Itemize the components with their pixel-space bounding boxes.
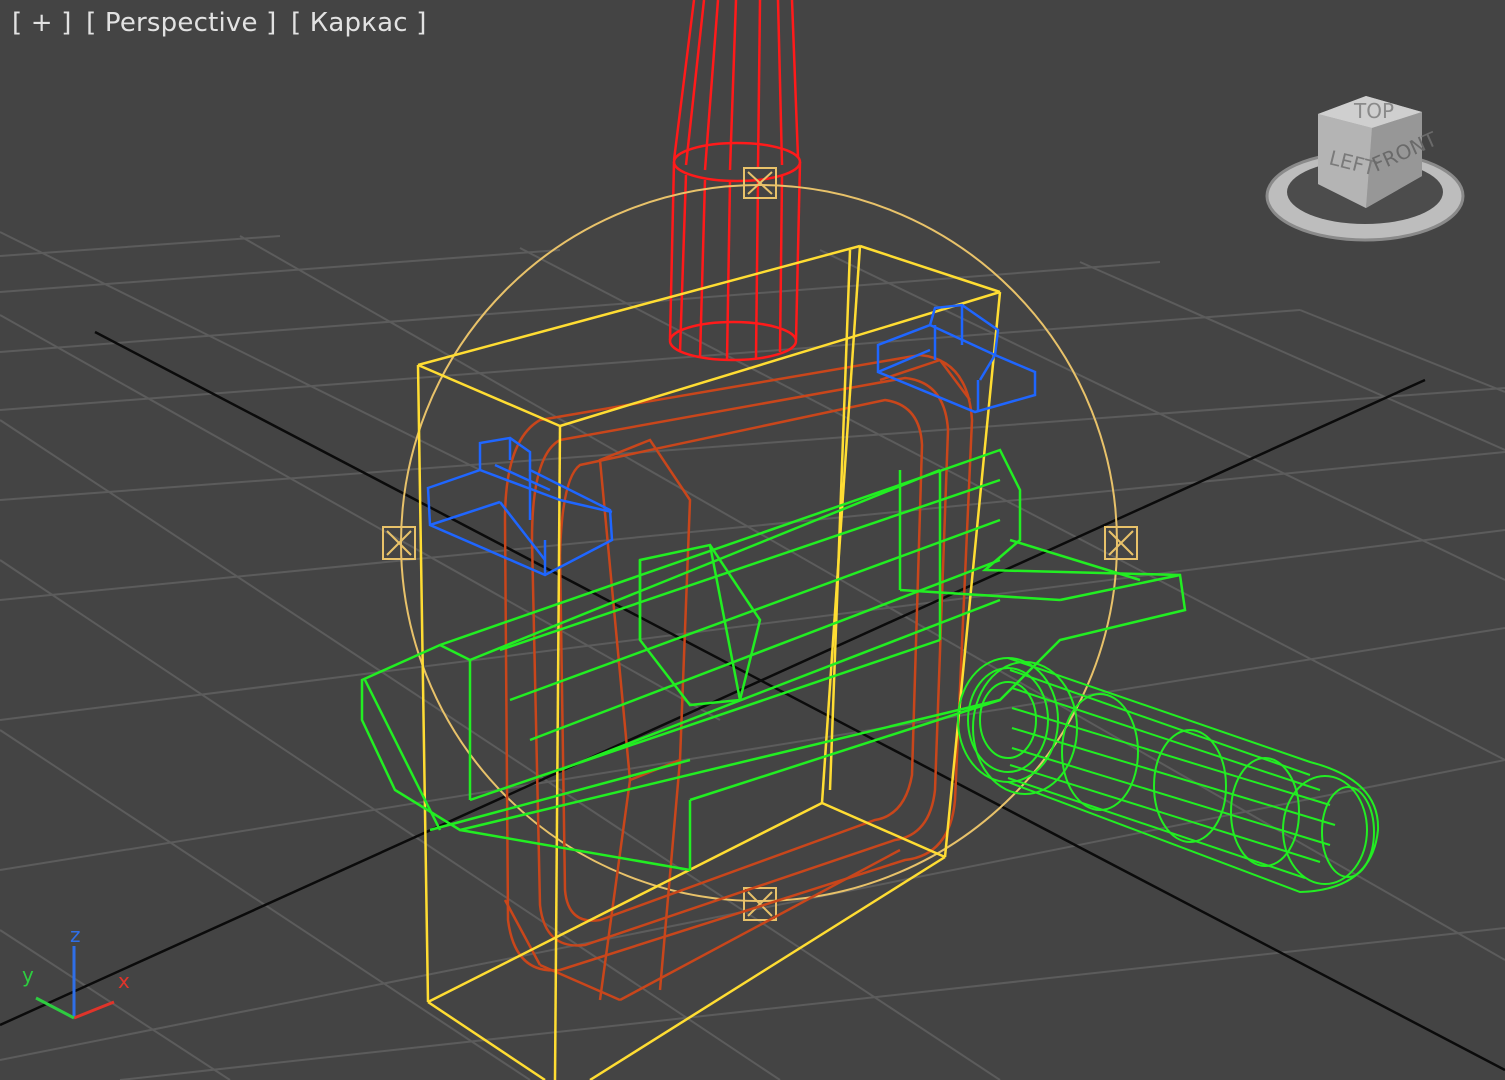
y-axis-label: y (22, 963, 34, 987)
viewport-general-menu[interactable]: [ + ] (12, 8, 72, 38)
perspective-viewport[interactable]: [ + ] [ Perspective ] [ Каркас ] LEFT FR… (0, 0, 1505, 1080)
x-axis-label: x (118, 969, 130, 993)
axis-tripod-icon: z x y (22, 923, 130, 1020)
viewport-shading-menu[interactable]: [ Каркас ] (291, 8, 427, 38)
z-axis-label: z (70, 923, 81, 947)
viewcube-icon[interactable]: LEFT FRONT TOP (1262, 92, 1468, 248)
inner-frame-wireframe[interactable] (503, 353, 974, 1002)
viewport-point-of-view-menu[interactable]: [ Perspective ] (86, 8, 276, 38)
x-axis-line (73, 1000, 115, 1020)
viewcube-top-label: TOP (1353, 99, 1394, 123)
handle-assembly-wireframe[interactable] (360, 448, 1187, 872)
viewport-label-bar: [ + ] [ Perspective ] [ Каркас ] (12, 8, 433, 38)
shaft-wireframe[interactable] (668, 0, 802, 362)
y-axis-line (35, 996, 75, 1020)
